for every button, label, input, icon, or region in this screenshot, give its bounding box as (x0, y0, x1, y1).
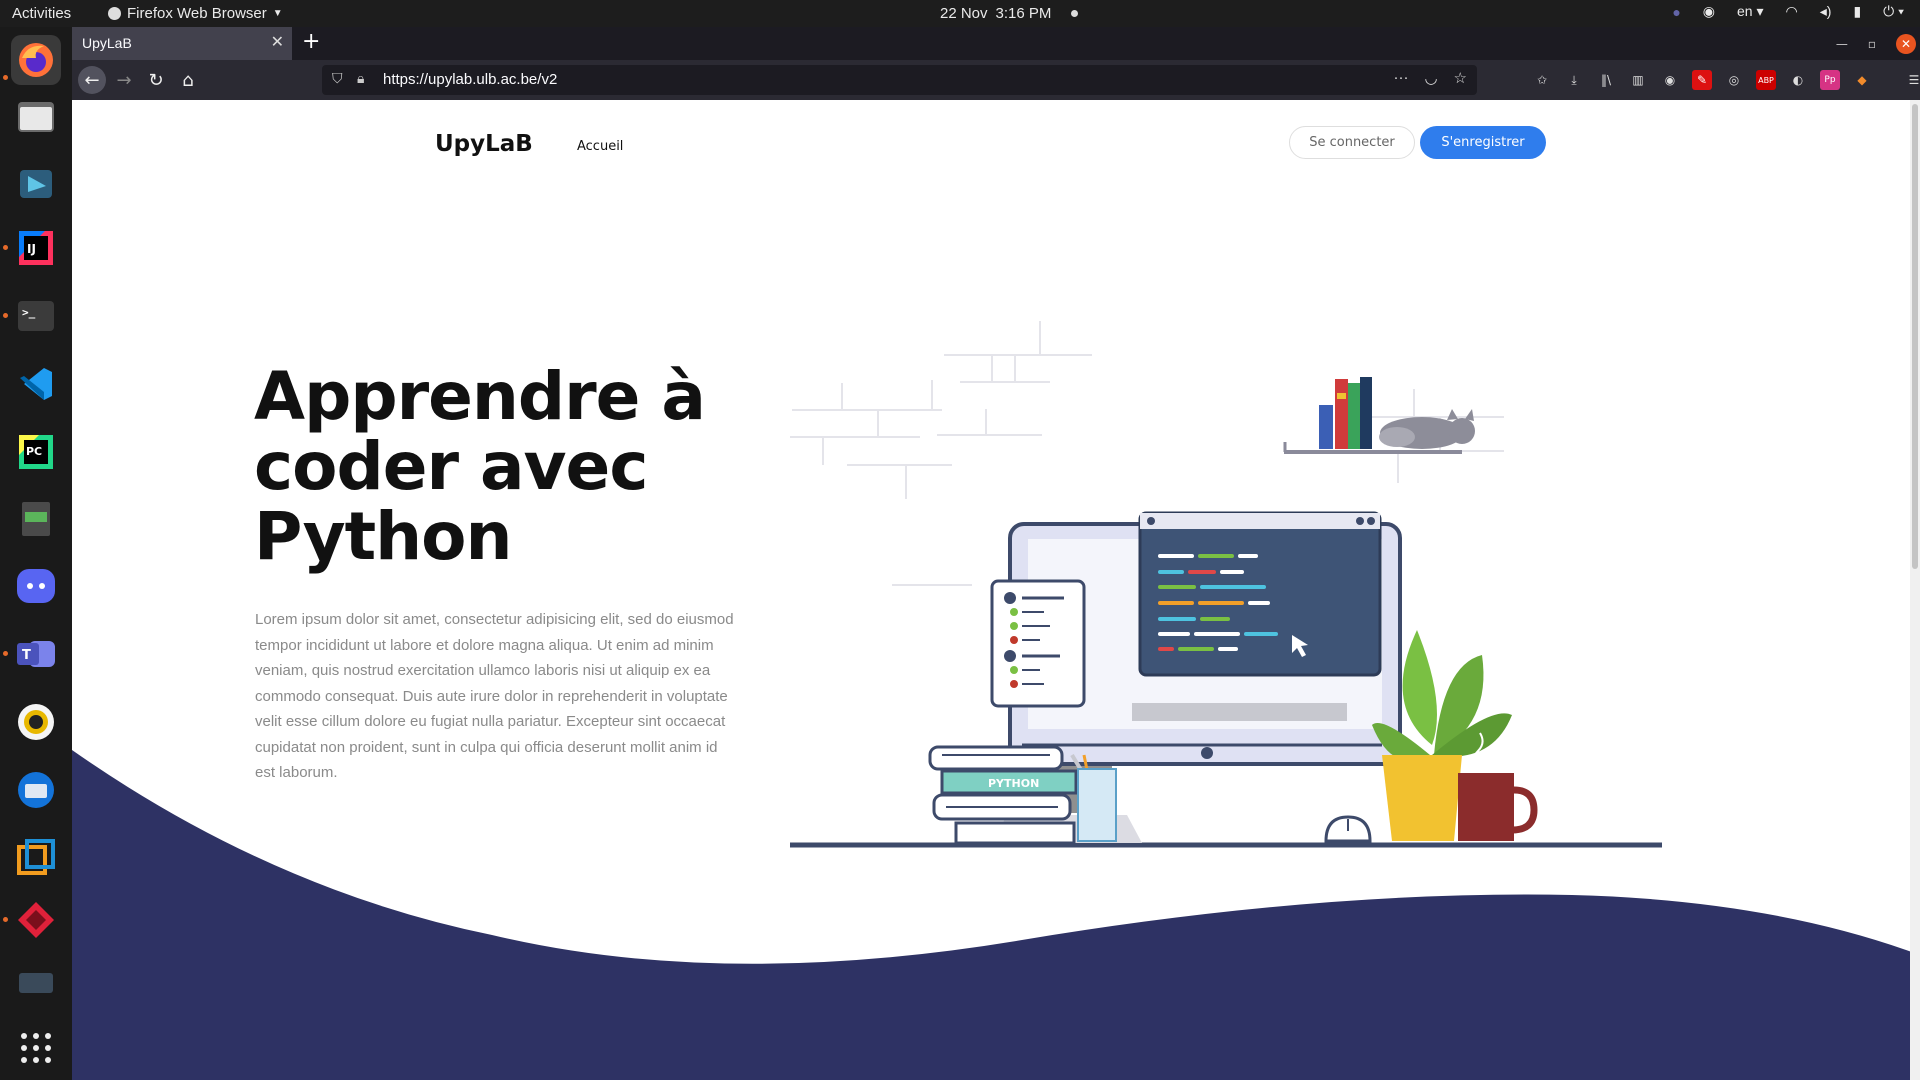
running-indicator (3, 651, 8, 656)
extension-eye-icon[interactable]: ◎ (1724, 70, 1744, 90)
language-label: en (1737, 3, 1753, 19)
thunderbird-icon[interactable] (11, 765, 61, 815)
snap-store-icon[interactable] (11, 157, 61, 207)
intellij-idea-icon[interactable]: IJ (11, 223, 61, 273)
git-client-icon[interactable] (11, 895, 61, 945)
app-menu[interactable]: Firefox Web Browser ▼ (108, 5, 283, 22)
pdf-extension-icon[interactable]: ✎ (1692, 70, 1712, 90)
page-scrollbar[interactable] (1910, 100, 1920, 1080)
teams-icon[interactable]: T (11, 629, 61, 679)
home-button[interactable]: ⌂ (174, 66, 202, 94)
register-button[interactable]: S'enregistrer (1420, 126, 1546, 159)
tab-upylab[interactable]: UpyLaB ✕ (72, 27, 292, 60)
firefox-window: UpyLaB ✕ + — ▫ ✕ ← → ↻ ⌂ ⛉ 🔒︎ https://up… (72, 27, 1920, 1080)
clock[interactable]: 22 Nov 3:16 PM (940, 5, 1079, 22)
svg-text:>_: >_ (22, 306, 36, 319)
nav-link-home[interactable]: Accueil (577, 139, 623, 154)
minimize-icon[interactable]: — (1836, 37, 1848, 51)
sidebar-icon[interactable]: ▥ (1628, 70, 1648, 90)
account-icon[interactable]: ◉ (1660, 70, 1680, 90)
ghost-app-icon[interactable] (11, 963, 61, 1013)
pocket-icon[interactable]: ◡ (1424, 69, 1437, 87)
url-bar-actions: ··· ◡ ☆ (1393, 69, 1467, 87)
terminal-icon[interactable]: >_ (11, 291, 61, 341)
bookmark-star-icon[interactable]: ☆ (1454, 69, 1467, 87)
discord-tray-icon[interactable]: ◉ (1703, 3, 1715, 20)
discord-icon[interactable] (11, 561, 61, 611)
tab-bar: UpyLaB ✕ + — ▫ ✕ (72, 27, 1920, 60)
notes-icon[interactable] (11, 493, 61, 543)
window-close-icon[interactable]: ✕ (1896, 34, 1916, 54)
gnome-top-bar: Activities Firefox Web Browser ▼ 22 Nov … (0, 0, 1920, 27)
pycharm-icon[interactable]: PC (11, 427, 61, 477)
checklist-card (990, 579, 1086, 708)
library-icon[interactable]: ‖\ (1596, 70, 1616, 90)
extension-pp-icon[interactable]: Pp (1820, 70, 1840, 90)
app-menu-label: Firefox Web Browser (127, 5, 267, 22)
page-actions-icon[interactable]: ··· (1393, 69, 1408, 87)
url-text[interactable]: https://upylab.ulb.ac.be/v2 (383, 71, 557, 88)
notification-dot (1071, 10, 1079, 17)
shelf-books (1319, 377, 1372, 449)
scrollbar-thumb[interactable] (1912, 104, 1918, 569)
microphone-icon[interactable]: ▮ (1853, 3, 1861, 20)
toolbar-icons: ✩ ⤓ ‖\ ▥ ◉ ✎ ◎ ABP ◐ Pp ◆ ☰ (1532, 70, 1920, 90)
hero-title: Apprendre à coder avec Python (254, 358, 706, 575)
downloads-icon[interactable]: ⤓ (1564, 70, 1584, 90)
running-indicator (3, 75, 8, 80)
running-indicator (3, 313, 8, 318)
adblock-icon[interactable]: ABP (1756, 70, 1776, 90)
url-bar[interactable]: ⛉ 🔒︎ https://upylab.ulb.ac.be/v2 ··· ◡ ☆ (322, 65, 1477, 95)
teams-tray-icon[interactable]: ● (1672, 4, 1680, 20)
sleeping-cat (1379, 409, 1475, 449)
files-icon[interactable] (11, 91, 61, 141)
menu-icon[interactable]: ☰ (1904, 70, 1920, 90)
volume-icon[interactable]: ◂) (1820, 3, 1832, 20)
tracking-shield-icon[interactable]: ⛉ (332, 70, 343, 87)
vscode-icon[interactable] (11, 359, 61, 409)
power-icon[interactable]: ⏻ ▾ (1883, 3, 1904, 20)
running-indicator (3, 917, 8, 922)
page-content: UpyLaB Accueil Se connecter S'enregistre… (72, 100, 1920, 1080)
extension-ghost-icon[interactable]: ◐ (1788, 70, 1808, 90)
virtualbox-icon[interactable] (11, 833, 61, 883)
login-button[interactable]: Se connecter (1289, 126, 1415, 159)
window-controls: — ▫ ✕ (1836, 34, 1916, 54)
show-applications-icon[interactable] (11, 1023, 61, 1073)
maximize-icon[interactable]: ▫ (1868, 37, 1876, 51)
extension-fox-icon[interactable]: ◆ (1852, 70, 1872, 90)
ubuntu-dock: IJ >_ PC T (0, 27, 72, 1080)
clock-date: 22 Nov (940, 5, 988, 22)
navigation-toolbar: ← → ↻ ⌂ ⛉ 🔒︎ https://upylab.ulb.ac.be/v2… (72, 60, 1920, 100)
svg-text:PC: PC (26, 445, 42, 458)
reload-button[interactable]: ↻ (142, 66, 170, 94)
chevron-down-icon: ▼ (272, 8, 283, 19)
back-button[interactable]: ← (78, 66, 106, 94)
activities-button[interactable]: Activities (12, 5, 71, 22)
forward-button[interactable]: → (110, 66, 138, 94)
new-tab-button[interactable]: + (302, 29, 320, 54)
clock-time: 3:16 PM (995, 5, 1052, 22)
svg-text:IJ: IJ (27, 242, 36, 256)
close-tab-icon[interactable]: ✕ (271, 32, 284, 52)
system-tray: ● ◉ en ▾ ◠ ◂) ▮ ⏻ ▾ (1672, 3, 1904, 20)
svg-text:T: T (22, 648, 31, 663)
lock-icon[interactable]: 🔒︎ (357, 70, 364, 87)
firefox-icon[interactable] (11, 35, 61, 85)
tab-title: UpyLaB (82, 35, 132, 51)
firefox-small-icon (108, 7, 121, 20)
rhythmbox-icon[interactable] (11, 697, 61, 747)
running-indicator (3, 245, 8, 250)
bookmarks-icon[interactable]: ✩ (1532, 70, 1552, 90)
wifi-icon[interactable]: ◠ (1786, 3, 1798, 20)
code-window (1138, 511, 1382, 677)
language-selector[interactable]: en ▾ (1737, 3, 1764, 20)
wave-footer-shape (72, 750, 1920, 1080)
site-logo[interactable]: UpyLaB (435, 131, 533, 157)
